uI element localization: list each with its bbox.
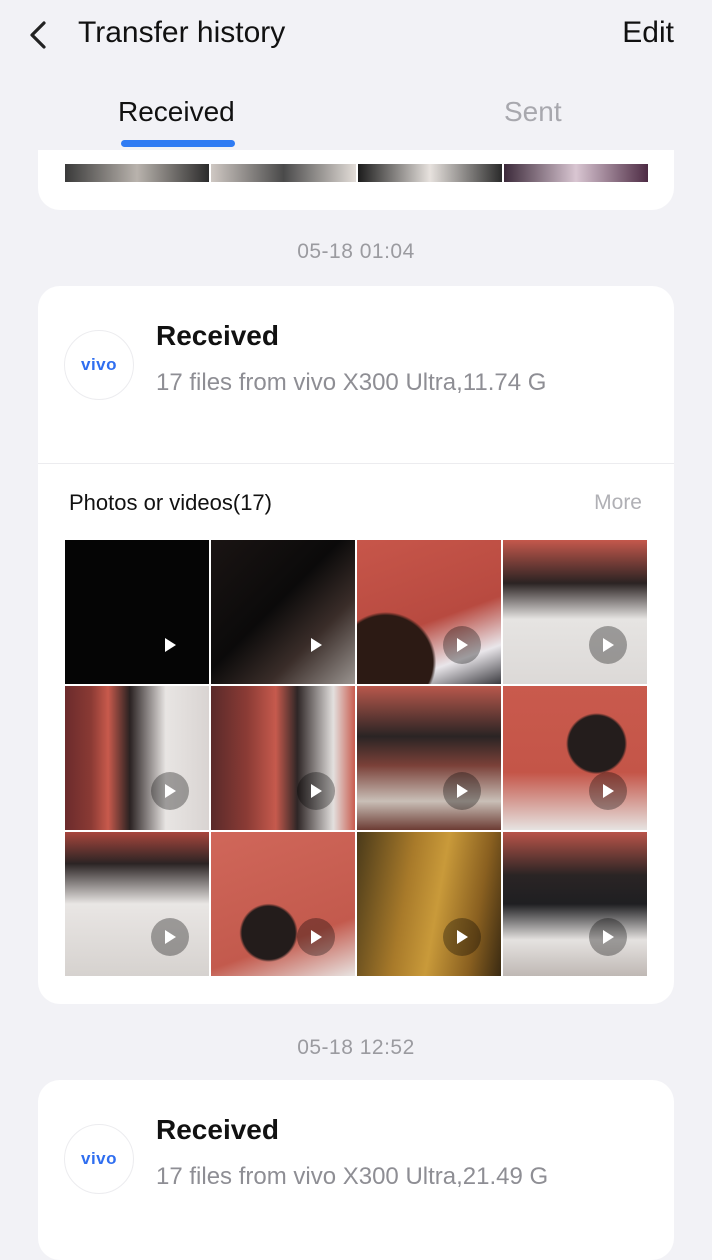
vivo-logo: vivo — [64, 330, 134, 400]
play-icon — [589, 918, 627, 956]
transfer-card[interactable]: vivo Received 17 files from vivo X300 Ul… — [38, 286, 674, 1004]
transfer-date: 05-18 01:04 — [297, 240, 415, 263]
thumbnail[interactable] — [357, 164, 502, 182]
play-icon — [297, 918, 335, 956]
video-thumbnail[interactable] — [357, 832, 501, 976]
play-icon — [443, 772, 481, 810]
thumbnail[interactable] — [503, 164, 648, 182]
play-icon — [297, 772, 335, 810]
page-title: Transfer history — [78, 16, 286, 49]
video-thumbnail[interactable] — [503, 686, 647, 830]
video-thumbnail[interactable] — [503, 832, 647, 976]
tab-received[interactable]: Received — [118, 96, 235, 128]
thumbnail[interactable] — [211, 164, 356, 182]
transfer-status: Received — [156, 1114, 279, 1145]
video-thumbnail[interactable] — [503, 540, 647, 684]
transfer-summary: 17 files from vivo X300 Ultra,11.74 G — [156, 369, 547, 396]
play-icon — [443, 918, 481, 956]
play-icon — [151, 772, 189, 810]
play-icon — [297, 626, 335, 664]
video-thumbnail[interactable] — [357, 686, 501, 830]
header: Transfer history Edit Received Sent — [0, 0, 712, 150]
divider — [38, 463, 674, 464]
video-thumbnail[interactable] — [65, 540, 209, 684]
more-link[interactable]: More — [594, 491, 642, 515]
video-thumbnail[interactable] — [357, 540, 501, 684]
section-label: Photos or videos(17) — [69, 490, 272, 515]
play-icon — [589, 772, 627, 810]
transfer-card[interactable]: vivo Received 17 files from vivo X300 Ul… — [38, 1080, 674, 1260]
edit-button[interactable]: Edit — [622, 16, 674, 50]
play-icon — [443, 626, 481, 664]
play-icon — [151, 626, 189, 664]
transfer-status: Received — [156, 320, 279, 351]
thumbnail-strip — [65, 164, 648, 182]
media-grid — [65, 540, 649, 976]
play-icon — [589, 626, 627, 664]
transfer-date: 05-18 12:52 — [297, 1036, 415, 1059]
transfer-summary: 17 files from vivo X300 Ultra,21.49 G — [156, 1163, 549, 1190]
video-thumbnail[interactable] — [211, 540, 355, 684]
back-arrow-icon[interactable] — [22, 18, 56, 52]
tab-sent[interactable]: Sent — [504, 96, 562, 128]
vivo-logo: vivo — [64, 1124, 134, 1194]
play-icon — [151, 918, 189, 956]
thumbnail[interactable] — [65, 164, 210, 182]
video-thumbnail[interactable] — [65, 686, 209, 830]
video-thumbnail[interactable] — [65, 832, 209, 976]
video-thumbnail[interactable] — [211, 686, 355, 830]
active-tab-indicator — [121, 140, 235, 147]
video-thumbnail[interactable] — [211, 832, 355, 976]
